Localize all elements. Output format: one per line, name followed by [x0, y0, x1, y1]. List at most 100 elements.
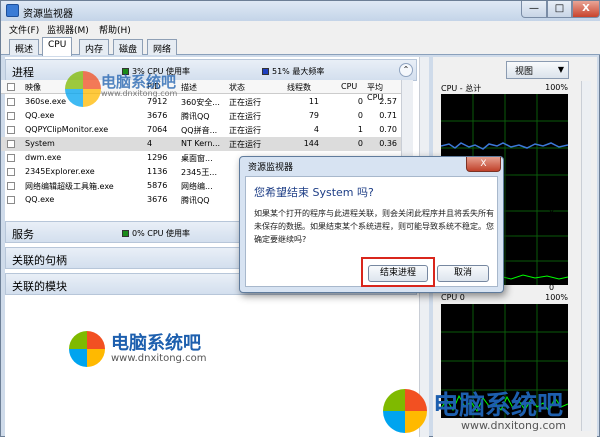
- row-checkbox[interactable]: [7, 126, 15, 134]
- cell-cpu: 1: [357, 125, 363, 134]
- row-checkbox[interactable]: [7, 98, 15, 106]
- graph-label: CPU 0: [441, 293, 465, 302]
- view-button-label: 视图: [515, 67, 534, 77]
- row-checkbox[interactable]: [7, 154, 15, 162]
- cell-avg: 0.70: [379, 125, 397, 134]
- menu-monitor[interactable]: 监视器(M): [47, 23, 89, 36]
- col-status[interactable]: 状态: [229, 82, 245, 93]
- watermark-name: 电脑系统吧: [433, 391, 564, 421]
- green-legend-icon: [122, 230, 129, 237]
- cell-cpu: 0: [357, 97, 363, 106]
- windows-logo-icon: [65, 71, 101, 107]
- close-button[interactable]: X: [572, 1, 600, 18]
- graph-percent: 100%: [545, 175, 568, 184]
- modules-title: 关联的模块: [12, 280, 67, 293]
- cell-avg: 0.71: [379, 111, 397, 120]
- watermark-bottom: 电脑系统吧 www.dnxitong.com: [381, 385, 599, 435]
- watermark-url: www.dnxitong.com: [461, 419, 566, 432]
- cell-image: 360se.exe: [25, 97, 67, 106]
- highlight-box: [361, 257, 435, 287]
- tab-bar: 概述 CPU 内存 磁盘 网络: [1, 37, 600, 56]
- cell-image: QQPYClipMonitor.exe: [25, 125, 109, 134]
- blue-legend-icon: [262, 68, 269, 75]
- windows-logo-icon: [69, 331, 105, 367]
- cell-pid: 7064: [147, 125, 168, 134]
- max-frequency-text: 51% 最大频率: [272, 67, 325, 76]
- cell-desc: 网络编...: [181, 182, 213, 191]
- menu-help[interactable]: 帮助(H): [99, 23, 131, 36]
- graph-scrollbar[interactable]: [581, 81, 591, 431]
- watermark-middle: 电脑系统吧 www.dnxitong.com: [67, 329, 237, 369]
- cell-image: QQ.exe: [25, 111, 55, 120]
- cell-pid: 4: [147, 139, 153, 148]
- cell-desc: 桌面窗...: [181, 154, 213, 163]
- graph-bottom-value: 0: [549, 205, 555, 214]
- processes-title: 进程: [12, 66, 34, 79]
- cell-pid: 3676: [147, 111, 168, 120]
- title-bar: 资源监视器 — □ X: [1, 1, 600, 21]
- cell-desc: 2345王...: [181, 168, 217, 177]
- select-all-checkbox[interactable]: [7, 83, 15, 91]
- cancel-button[interactable]: 取消: [437, 265, 489, 282]
- services-cpu-text: 0% CPU 使用率: [132, 229, 191, 238]
- cell-cpu: 0: [357, 139, 363, 148]
- dialog-close-button[interactable]: X: [466, 157, 501, 172]
- table-row[interactable]: System 4 NT Kern... 正在运行 144 0 0.36: [1, 137, 401, 151]
- row-checkbox[interactable]: [7, 182, 15, 190]
- maximize-button[interactable]: □: [547, 1, 572, 18]
- services-title: 服务: [12, 228, 34, 241]
- col-threads[interactable]: 线程数: [287, 82, 311, 93]
- graph-bottom-value: 0: [549, 283, 555, 292]
- cell-desc: 腾讯QQ: [181, 112, 210, 121]
- graph-label: CPU - 总计: [441, 84, 482, 93]
- tab-memory[interactable]: 内存: [79, 39, 110, 55]
- cell-image: QQ.exe: [25, 195, 55, 204]
- watermark-url: www.dnxitong.com: [111, 353, 207, 364]
- cell-status: 正在运行: [229, 98, 261, 107]
- resource-monitor-window: 资源监视器 — □ X 文件(F) 监视器(M) 帮助(H) 概述 CPU 内存…: [0, 0, 600, 437]
- chevron-down-icon: ▼: [557, 65, 564, 74]
- cell-status: 正在运行: [229, 140, 261, 149]
- tab-disk[interactable]: 磁盘: [113, 39, 144, 55]
- graph-percent: 100%: [545, 293, 568, 302]
- cell-avg: 2.57: [379, 97, 397, 106]
- dialog-message: 如果某个打开的程序与此进程关联，则会关闭此程序并且将丢失所有未保存的数据。如果结…: [254, 209, 494, 244]
- handles-title: 关联的句柄: [12, 254, 67, 267]
- cell-pid: 3676: [147, 195, 168, 204]
- menu-bar: 文件(F) 监视器(M) 帮助(H): [1, 21, 600, 37]
- table-row[interactable]: QQ.exe 3676 腾讯QQ 正在运行 79 0 0.71: [1, 109, 401, 123]
- services-cpu-legend: 0% CPU 使用率: [122, 228, 190, 239]
- cell-pid: 1136: [147, 167, 168, 176]
- cell-status: 正在运行: [229, 112, 261, 121]
- cell-cpu: 0: [357, 111, 363, 120]
- row-checkbox[interactable]: [7, 196, 15, 204]
- tab-network[interactable]: 网络: [147, 39, 178, 55]
- tab-overview[interactable]: 概述: [9, 39, 40, 55]
- table-row[interactable]: QQPYClipMonitor.exe 7064 QQ拼音... 正在运行 4 1 0.70: [1, 123, 401, 137]
- cell-avg: 0.36: [379, 139, 397, 148]
- graph-percent: 100%: [545, 83, 568, 92]
- col-cpu[interactable]: CPU: [341, 82, 357, 91]
- cell-image: dwm.exe: [25, 153, 62, 162]
- cell-pid: 1296: [147, 153, 168, 162]
- tab-cpu[interactable]: CPU: [42, 37, 73, 56]
- row-checkbox[interactable]: [7, 140, 15, 148]
- minimize-button[interactable]: —: [521, 1, 547, 18]
- cell-desc: 腾讯QQ: [181, 196, 210, 205]
- watermark-top: 电脑系统吧 www.dnxitong.com: [61, 69, 201, 109]
- cell-image: 网络编辑超级工具箱.exe: [25, 182, 114, 191]
- cell-image: 2345Explorer.exe: [25, 167, 95, 176]
- cell-threads: 79: [308, 111, 319, 120]
- cell-status: 正在运行: [229, 126, 261, 135]
- menu-file[interactable]: 文件(F): [9, 23, 39, 36]
- windows-logo-icon: [383, 389, 427, 433]
- col-image[interactable]: 映像: [25, 82, 41, 93]
- collapse-icon[interactable]: ⌃: [399, 63, 413, 77]
- row-checkbox[interactable]: [7, 112, 15, 120]
- view-button[interactable]: 视图 ▼: [506, 61, 569, 79]
- max-frequency-legend: 51% 最大频率: [262, 66, 324, 77]
- window-title: 资源监视器: [23, 9, 73, 20]
- resource-monitor-icon: [6, 4, 19, 17]
- row-checkbox[interactable]: [7, 168, 15, 176]
- cell-desc: QQ拼音...: [181, 126, 218, 135]
